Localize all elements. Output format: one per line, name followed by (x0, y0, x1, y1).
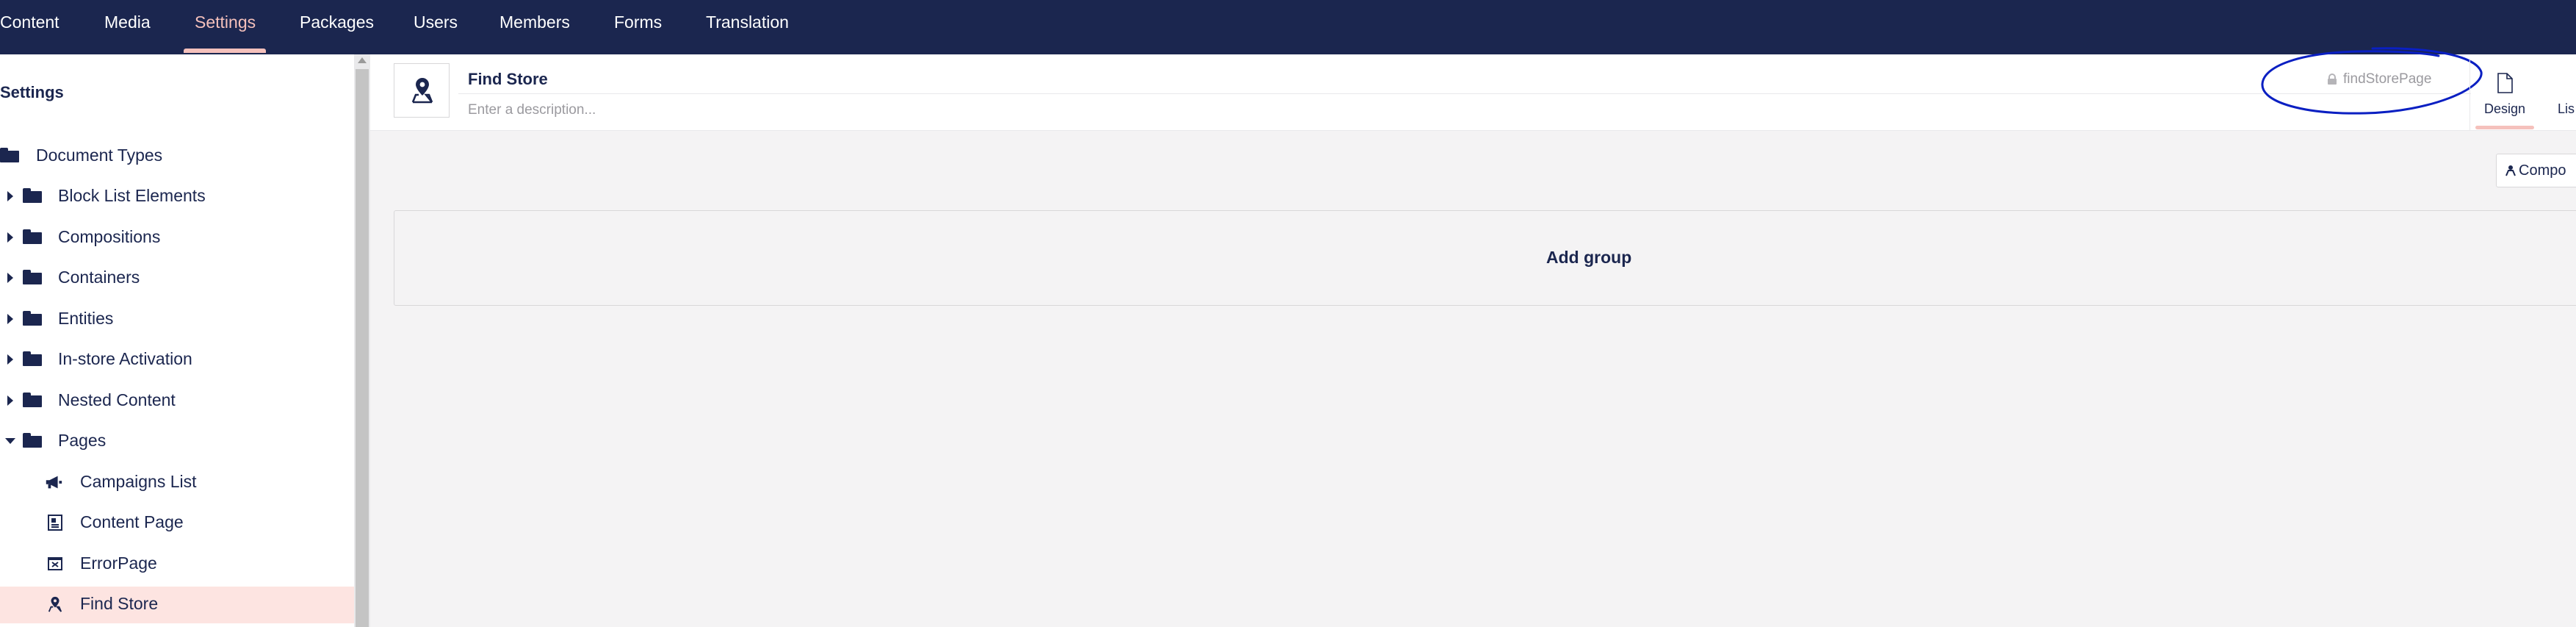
compositions-label: Compo (2519, 162, 2566, 179)
tree-item-label: Campaigns List (80, 472, 197, 491)
tree-item-label: Containers (58, 268, 140, 287)
folder-icon (23, 311, 42, 327)
tree-item-entities[interactable]: Entities (0, 301, 354, 338)
tree-item-label: Content Page (80, 512, 184, 531)
caret-right-icon[interactable] (7, 354, 13, 365)
folder-icon (23, 270, 42, 286)
tab-active-indicator (2475, 126, 2534, 129)
tree-item-pages[interactable]: Pages (0, 423, 354, 460)
tree-item-label: Block List Elements (58, 186, 206, 205)
tab-label: Design (2483, 101, 2526, 116)
document-icon (48, 515, 62, 531)
nav-translation[interactable]: Translation (706, 0, 789, 54)
folder-icon (23, 229, 42, 246)
map-pin-icon (48, 596, 62, 612)
document-type-name-input[interactable] (458, 65, 2471, 94)
tree-item-errorpage[interactable]: ErrorPage (0, 546, 354, 583)
nav-settings[interactable]: Settings (195, 0, 256, 54)
tree-item-label: Entities (58, 309, 114, 328)
error-page-icon (48, 557, 62, 570)
tree-item-label: In-store Activation (58, 349, 192, 368)
tree-item-label: Nested Content (58, 390, 176, 409)
folder-icon (23, 433, 42, 449)
sidebar-scrollbar[interactable] (354, 54, 370, 627)
map-pin-icon (411, 78, 433, 104)
tree-item-campaigns-list[interactable]: Campaigns List (0, 465, 354, 501)
tree-item-in-store-activation[interactable]: In-store Activation (0, 342, 354, 379)
caret-right-icon[interactable] (7, 232, 13, 243)
tree-item-label: Pages (58, 431, 107, 450)
sidebar-title: Settings (0, 83, 64, 101)
nav-packages[interactable]: Packages (300, 0, 374, 54)
tree-item-block-list-elements[interactable]: Block List Elements (0, 179, 354, 215)
nav-forms[interactable]: Forms (614, 0, 662, 54)
tab-label: Lis (2558, 101, 2575, 116)
folder-icon (23, 393, 42, 409)
caret-right-icon[interactable] (7, 314, 13, 324)
compositions-icon (2505, 165, 2516, 176)
tree-item-label: ErrorPage (80, 553, 157, 573)
tab-list-view[interactable]: Lis (2549, 63, 2576, 131)
description-input[interactable] (458, 100, 2471, 121)
settings-sidebar: Settings Document Types Block List Eleme… (0, 54, 354, 627)
caret-right-icon[interactable] (7, 273, 13, 283)
scrollbar-thumb[interactable] (356, 69, 369, 627)
compositions-button[interactable]: Compo (2496, 154, 2576, 187)
add-group-button[interactable]: Add group (394, 210, 2576, 306)
nav-content[interactable]: Content (0, 0, 59, 54)
top-navigation: Content Media Settings Packages Users Me… (0, 0, 2576, 54)
folder-icon (0, 148, 19, 164)
tab-design[interactable]: Design (2469, 63, 2540, 131)
nav-active-indicator (184, 49, 266, 53)
annotation-circle (2261, 47, 2483, 115)
tree-item-label: Find Store (80, 594, 159, 613)
tree-item-label: Document Types (36, 146, 163, 165)
document-type-icon-picker[interactable] (394, 63, 450, 118)
caret-down-icon[interactable] (5, 438, 15, 444)
nav-members[interactable]: Members (499, 0, 570, 54)
nav-users[interactable]: Users (414, 0, 458, 54)
caret-right-icon[interactable] (7, 395, 13, 406)
tree-item-document-types[interactable]: Document Types (0, 138, 354, 175)
folder-icon (23, 351, 42, 368)
tree-item-content-page[interactable]: Content Page (0, 505, 354, 542)
caret-right-icon[interactable] (7, 191, 13, 201)
tree-item-nested-content[interactable]: Nested Content (0, 383, 354, 420)
nav-media[interactable]: Media (104, 0, 151, 54)
document-icon (2497, 73, 2513, 93)
scroll-up-arrow-icon[interactable] (358, 57, 367, 63)
tree-item-compositions[interactable]: Compositions (0, 220, 354, 257)
megaphone-icon (46, 476, 62, 489)
folder-icon (23, 188, 42, 204)
tree-item-containers[interactable]: Containers (0, 260, 354, 297)
tree-item-label: Compositions (58, 227, 161, 246)
tree-item-find-store[interactable]: Find Store (0, 587, 354, 623)
add-group-label: Add group (1546, 248, 1632, 267)
